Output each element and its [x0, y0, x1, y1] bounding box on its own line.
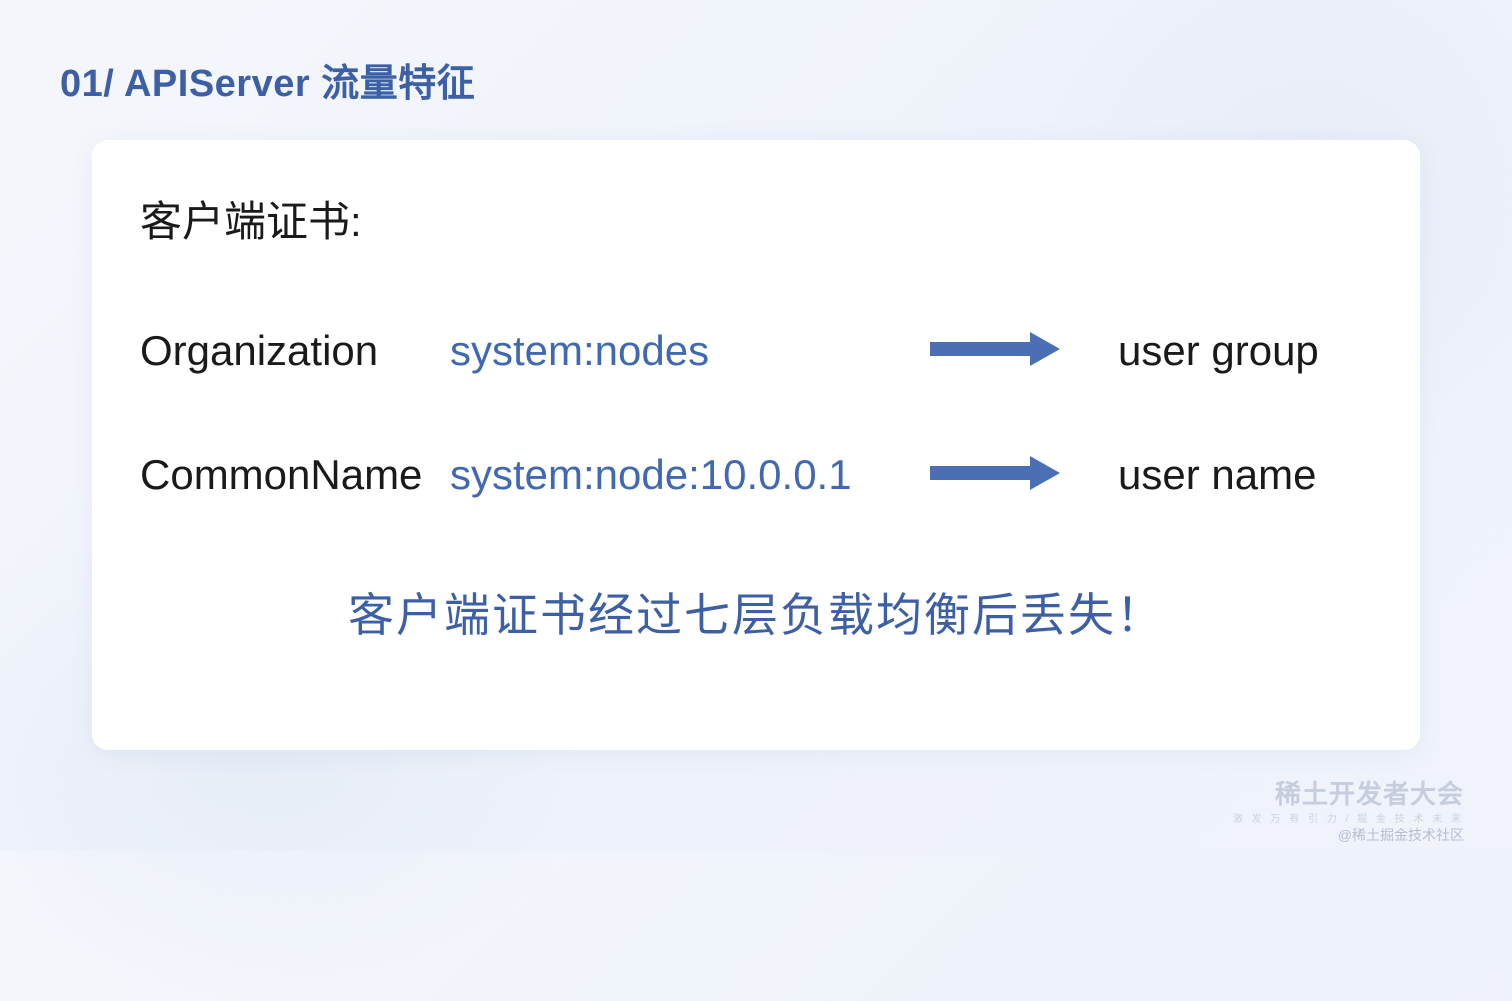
- content-card: 客户端证书: Organization system:nodes user gr…: [92, 140, 1420, 750]
- field-label: Organization: [140, 327, 450, 375]
- cert-row-organization: Organization system:nodes user group: [140, 319, 1372, 383]
- field-value: system:node:10.0.0.1: [450, 451, 920, 499]
- result-label: user name: [1118, 451, 1316, 499]
- result-label: user group: [1118, 327, 1319, 375]
- cert-row-commonname: CommonName system:node:10.0.0.1 user nam…: [140, 443, 1372, 507]
- field-value: system:nodes: [450, 327, 920, 375]
- watermark-community: @稀土掘金技术社区: [1338, 825, 1464, 845]
- field-label: CommonName: [140, 451, 450, 499]
- arrow-right-icon: [930, 332, 1060, 371]
- watermark-subtitle: 激 发 万 有 引 力 / 掘 金 技 术 未 来: [1233, 810, 1464, 825]
- slide-title: 01/ APIServer 流量特征: [60, 52, 475, 107]
- cert-heading: 客户端证书:: [140, 188, 1372, 249]
- conclusion-text: 客户端证书经过七层负载均衡后丢失！: [140, 579, 1372, 645]
- watermark-logo: 稀土开发者大会: [1275, 774, 1464, 811]
- arrow-right-icon: [930, 456, 1060, 495]
- slide: 01/ APIServer 流量特征 客户端证书: Organization s…: [0, 0, 1512, 851]
